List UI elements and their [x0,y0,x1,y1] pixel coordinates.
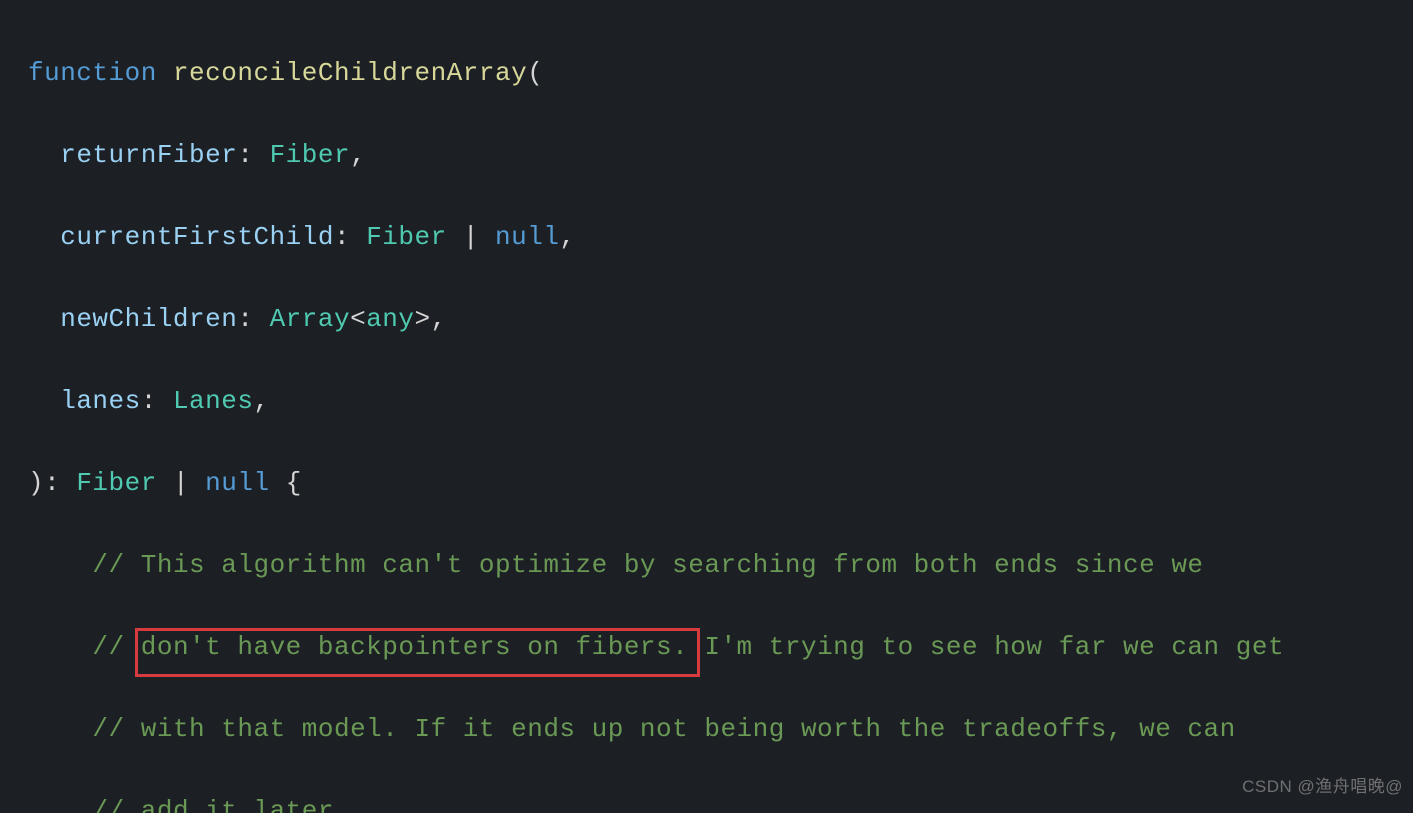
code-line: function reconcileChildrenArray( [28,53,1413,94]
param-newChildren: newChildren [60,304,237,334]
paren-close: ) [28,468,44,498]
watermark: CSDN @渔舟唱晚@ [1242,766,1403,807]
type-fiber: Fiber [270,140,351,170]
brace-open: { [286,468,302,498]
code-line: returnFiber: Fiber, [28,135,1413,176]
comment-line: // add it later. [28,791,1413,813]
comment-line: // with that model. If it ends up not be… [28,709,1413,750]
param-returnFiber: returnFiber [60,140,237,170]
param-lanes: lanes [60,386,141,416]
comment-line: // This algorithm can't optimize by sear… [28,545,1413,586]
highlighted-comment: don't have backpointers on fibers. [141,632,689,662]
keyword-function: function [28,58,157,88]
code-line: ): Fiber | null { [28,463,1413,504]
code-editor: function reconcileChildrenArray( returnF… [0,0,1413,813]
paren-open: ( [527,58,543,88]
comment-line: // don't have backpointers on fibers. I'… [28,627,1413,668]
code-line: newChildren: Array<any>, [28,299,1413,340]
function-name: reconcileChildrenArray [173,58,527,88]
param-currentFirstChild: currentFirstChild [60,222,334,252]
code-line: currentFirstChild: Fiber | null, [28,217,1413,258]
code-line: lanes: Lanes, [28,381,1413,422]
